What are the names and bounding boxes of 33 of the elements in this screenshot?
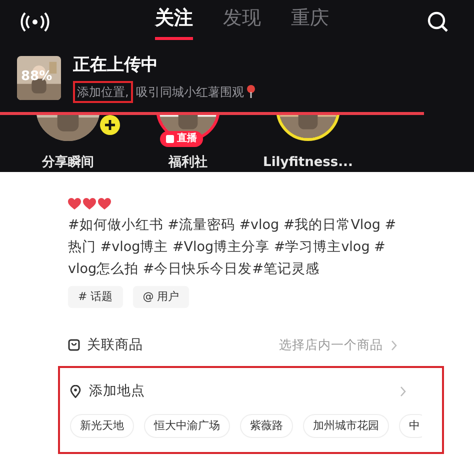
location-chip[interactable]: 紫薇路 (240, 414, 293, 438)
story-name: 分享瞬间 (42, 154, 94, 172)
location-prompt[interactable]: 添加位置, (73, 80, 133, 102)
location-pin-icon (70, 384, 81, 398)
heart-icon (68, 198, 81, 210)
product-label: 关联商品 (87, 336, 143, 355)
chevron-icon (391, 340, 397, 350)
shopping-bag-icon (68, 339, 80, 351)
heart-icon (83, 198, 96, 210)
story-name: Lilyfitness... (263, 154, 353, 172)
location-chip[interactable]: 加州城市花园 (303, 414, 389, 438)
nav-tab[interactable]: 关注 (155, 4, 193, 40)
heart-icon (98, 198, 111, 210)
hashtag-line: 热门 #vlog博主 #Vlog博主分享 #学习博主vlog # (68, 238, 386, 257)
nav-tab[interactable]: 重庆 (291, 4, 329, 40)
tag-button[interactable]: @ 用户 (132, 286, 190, 308)
live-badge: 直播 (160, 130, 203, 146)
location-chip[interactable]: 恒大中渝广场 (144, 414, 230, 438)
tag-button[interactable]: # 话题 (68, 286, 123, 308)
upload-percentage: 88% (21, 68, 52, 85)
pin-icon (246, 85, 256, 98)
location-chip[interactable]: 中 (399, 414, 422, 438)
nav-tab[interactable]: 发现 (223, 4, 261, 40)
search-icon[interactable] (426, 10, 450, 34)
upload-title: 正在上传中 (73, 54, 159, 77)
broadcast-icon[interactable] (20, 11, 50, 33)
hashtag-line: vlog怎么拍 #今日快乐今日发#笔记灵感 (68, 260, 320, 279)
add-icon[interactable] (100, 114, 120, 134)
location-chip[interactable]: 新光天地 (70, 414, 134, 438)
location-label[interactable]: 添加地点 (89, 380, 145, 402)
hashtag-line: #如何做小红书 #流量密码 #vlog #我的日常Vlog # (68, 216, 398, 235)
story-name: 福利社 (168, 154, 208, 172)
upload-hint: 吸引同城小红薯围观 (136, 84, 244, 100)
